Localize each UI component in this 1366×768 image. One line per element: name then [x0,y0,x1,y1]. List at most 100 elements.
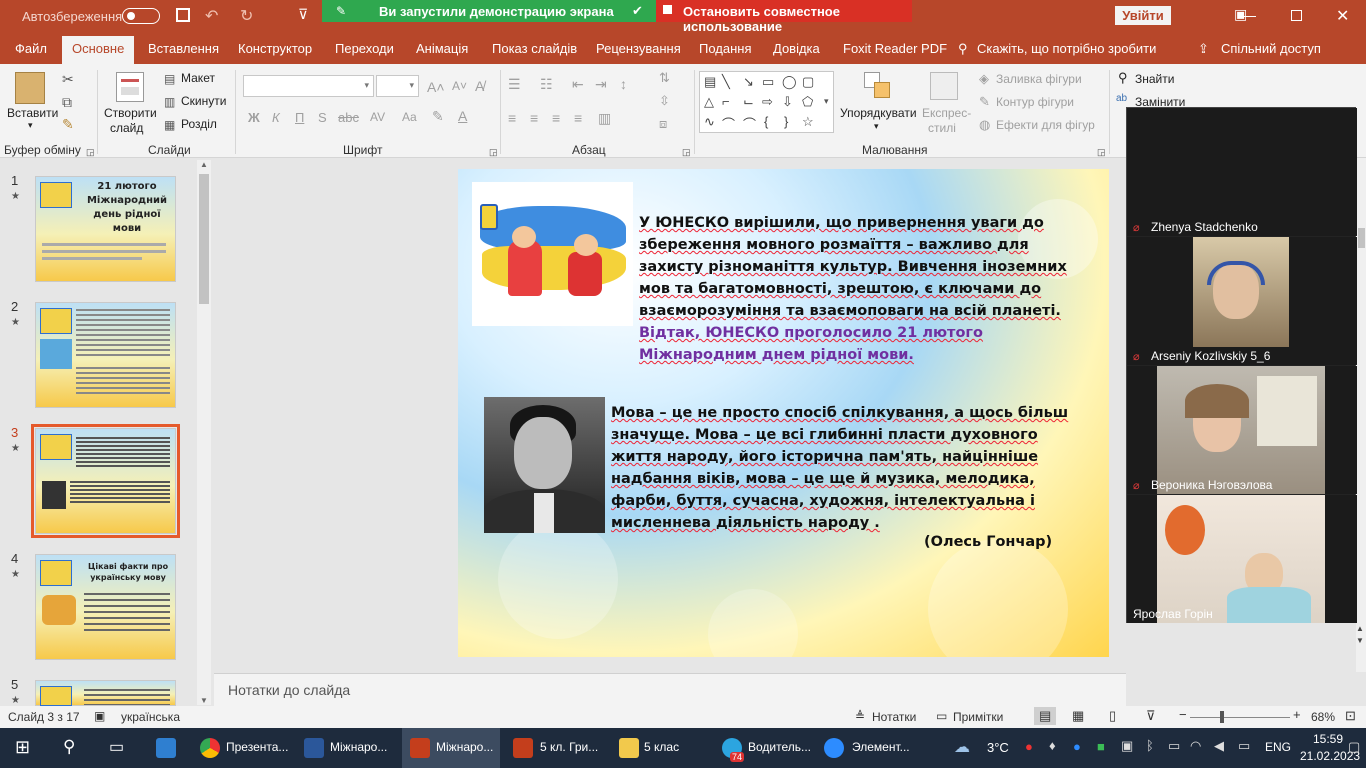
slide-thumbnail[interactable] [35,680,176,706]
brace-left-shape-icon[interactable]: { [764,114,768,129]
oval-shape-icon[interactable]: ◯ [782,74,797,90]
arc-shape-icon[interactable]: ⌒ [722,114,735,133]
strikethrough-icon[interactable]: abc [338,110,359,125]
tab-transitions[interactable]: Переходи [335,41,394,56]
shapes-more-icon[interactable]: ▾ [824,96,829,107]
weather-temp[interactable]: 3°C [987,740,1009,755]
arrange-button[interactable]: Упорядкувати [840,106,917,120]
sign-in-button[interactable]: Увійти [1115,6,1171,25]
format-painter-icon[interactable]: ✎ [62,117,74,131]
tell-me-search[interactable]: Скажіть, що потрібно зробити [977,41,1156,56]
section-button[interactable]: Розділ [181,117,217,131]
new-slide-label-2[interactable]: слайд [110,121,143,135]
quick-styles-label-2[interactable]: стилі [928,121,956,135]
minimize-button[interactable] [1244,16,1256,17]
new-slide-label-1[interactable]: Створити [104,106,157,120]
battery-icon[interactable]: ▭ [1238,738,1250,754]
text-direction-icon[interactable]: ⇅ [659,70,670,86]
normal-view-icon[interactable]: ▤ [1034,707,1057,725]
quick-styles-label-1[interactable]: Експрес- [922,106,971,120]
arrow-shape-icon[interactable]: ↘ [743,74,754,90]
reading-view-icon[interactable]: ▯ [1109,708,1116,724]
find-button[interactable]: Знайти [1135,72,1174,86]
task-view-icon[interactable]: ▭ [109,737,124,757]
shapes-gallery[interactable]: ▤ ╲ ↘ ▭ ◯ ▢ △ ⌐ ⌙ ⇨ ⇩ ⬠ ∿ ⌒ ⌒ { } ☆ ▾ [699,71,834,133]
char-spacing-icon[interactable]: AV [370,110,385,124]
wifi-icon[interactable]: ◠ [1190,738,1201,754]
pentagon-shape-icon[interactable]: ⬠ [802,94,813,110]
notes-pane[interactable]: Нотатки до слайда [214,673,1126,706]
taskbar-item-powerpoint-2[interactable]: 5 кл. Гри... [540,740,598,754]
search-icon[interactable]: ⚲ [63,737,75,757]
arrange-dropdown-icon[interactable]: ▾ [874,121,879,132]
participant-tile[interactable]: Ярослав Горін [1127,495,1357,623]
redo-icon[interactable]: ↻ [240,6,253,26]
new-slide-icon[interactable] [116,72,144,102]
spellcheck-icon[interactable]: ▣ [94,709,105,723]
freeform-shape-icon[interactable]: ∿ [704,114,715,130]
slide-canvas[interactable]: У ЮНЕСКО вирішили, що привернення уваги … [458,169,1109,657]
copy-icon[interactable]: ⧉ [62,95,72,109]
arrange-icon[interactable] [864,72,892,100]
align-text-icon[interactable]: ⇳ [659,93,670,109]
restore-button[interactable] [1291,10,1302,21]
zoom-out-icon[interactable]: − [1179,707,1187,722]
tab-view[interactable]: Подання [699,41,752,56]
underline-button[interactable]: П [295,110,304,125]
bluetooth-icon[interactable]: ᛒ [1146,738,1154,753]
stop-share-button[interactable]: Остановить совместное использование [656,0,912,34]
shadow-button[interactable]: S [318,110,327,125]
zoom-level[interactable]: 68% [1311,710,1335,724]
bold-button[interactable]: Ж [248,110,260,125]
participant-tile[interactable]: ⌀ Вероника Нэговэлова [1127,366,1357,494]
tab-home[interactable]: Основне [62,36,135,64]
down-arrow-shape-icon[interactable]: ⇩ [782,94,793,110]
taskbar-item-folder[interactable]: 5 клас [644,740,679,754]
font-launcher-icon[interactable]: ◲ [489,145,498,159]
justify-icon[interactable]: ≡ [574,110,582,126]
participant-tile[interactable]: ⌀ Arseniy Kozlivskiy 5_6 [1127,237,1357,365]
decrease-indent-icon[interactable]: ⇤ [572,76,584,93]
shape-outline-button[interactable]: Контур фігури [996,95,1074,109]
fit-slide-icon[interactable]: ⊡ [1345,708,1356,724]
quick-styles-icon[interactable] [930,72,958,100]
tab-help[interactable]: Довідка [773,41,820,56]
slide-thumbnail[interactable] [35,302,176,408]
taskbar-item-powerpoint[interactable]: Міжнаро... [436,740,493,754]
taskbar-item-word[interactable]: Міжнаро... [330,740,387,754]
zoom-slider[interactable] [1190,717,1290,718]
clock-time[interactable]: 15:59 [1313,732,1343,746]
right-arrow-shape-icon[interactable]: ⇨ [762,94,773,110]
taskbar-item-zoom[interactable]: Элемент... [852,740,910,754]
share-button[interactable]: Спільний доступ [1221,41,1321,56]
comments-toggle-button[interactable]: Примітки [953,710,1003,724]
numbering-icon[interactable]: ☷ [540,76,553,93]
triangle-shape-icon[interactable]: △ [704,94,714,110]
textbox-shape-icon[interactable]: ▤ [704,74,716,90]
tab-slideshow[interactable]: Показ слайдів [492,41,577,56]
paste-dropdown-icon[interactable]: ▾ [28,120,33,131]
font-size-select[interactable]: ▾ [376,75,419,97]
powerpoint-icon[interactable] [513,738,533,758]
smartart-icon[interactable]: ⧈ [659,116,667,132]
curve-shape-icon[interactable]: ⌒ [743,114,756,133]
language-label[interactable]: українська [121,710,180,724]
tray-green-icon[interactable]: ■ [1097,739,1105,754]
clipboard-launcher-icon[interactable]: ◲ [86,145,95,159]
align-left-icon[interactable]: ≡ [508,110,516,126]
line-shape-icon[interactable]: ╲ [722,74,730,90]
network-icon[interactable]: ▭ [1168,738,1180,754]
clear-format-icon[interactable]: A̸ [475,78,484,94]
grow-font-icon[interactable]: A˄ [427,79,445,95]
layout-button[interactable]: Макет [181,71,215,85]
rounded-rect-shape-icon[interactable]: ▢ [802,74,814,90]
shape-effects-button[interactable]: Ефекти для фігур [996,118,1095,132]
tab-review[interactable]: Рецензування [596,41,681,56]
slide-thumbnail[interactable] [35,428,176,534]
save-icon[interactable] [176,8,190,22]
highlight-icon[interactable]: ✎ [432,108,444,125]
participant-tile[interactable]: ⌀ Zhenya Stadchenko [1127,108,1357,236]
word-icon[interactable] [304,738,324,758]
chrome-icon[interactable] [200,738,220,758]
tab-file[interactable]: Файл [15,41,47,56]
